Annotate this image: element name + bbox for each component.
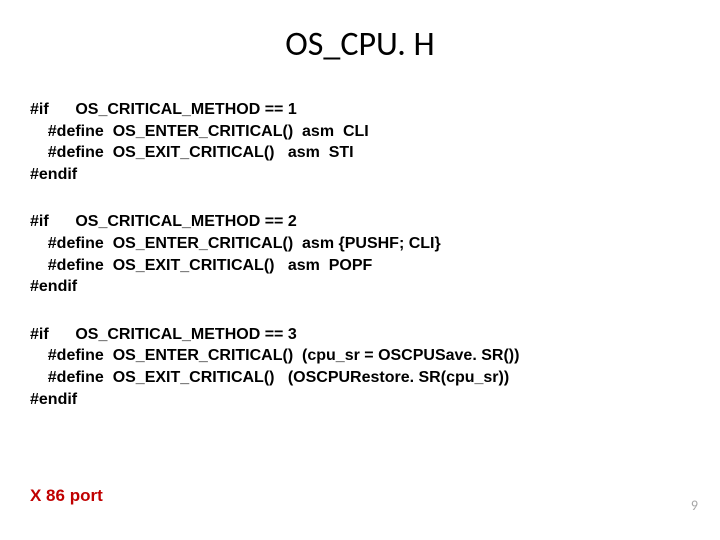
- page-number: 9: [691, 497, 698, 514]
- slide: OS_CPU. H #if OS_CRITICAL_METHOD == 1 #d…: [0, 0, 720, 540]
- caption: X 86 port: [30, 486, 103, 506]
- code-block-1: #if OS_CRITICAL_METHOD == 1 #define OS_E…: [30, 99, 690, 185]
- code-block-2: #if OS_CRITICAL_METHOD == 2 #define OS_E…: [30, 211, 690, 297]
- slide-title: OS_CPU. H: [30, 24, 690, 65]
- code-block-3: #if OS_CRITICAL_METHOD == 3 #define OS_E…: [30, 324, 690, 410]
